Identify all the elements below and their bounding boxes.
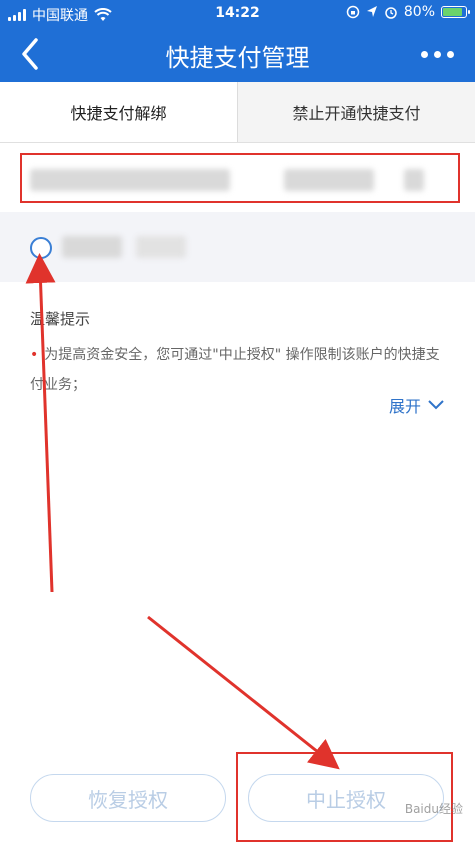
blurred-account-tail <box>136 236 186 258</box>
status-bar: 中国联通 14:22 80% <box>0 0 475 26</box>
expand-toggle[interactable]: 展开 <box>389 393 445 417</box>
more-icon[interactable] <box>417 44 457 64</box>
annotation-highlight-box <box>236 752 453 842</box>
restore-authorization-button[interactable]: 恢复授权 <box>30 774 226 822</box>
arrow-to-stop-button <box>147 615 340 770</box>
tips-text: • 为提高资金安全，您可通过"中止授权" 操作限制该账户的快捷支付业务； <box>30 340 450 400</box>
alarm-icon <box>385 7 397 19</box>
tips-body: 为提高资金安全，您可通过"中止授权" 操作限制该账户的快捷支付业务； <box>30 347 440 393</box>
tab-disable-quick-pay[interactable]: 禁止开通快捷支付 <box>238 82 475 142</box>
blurred-account-extra <box>404 169 424 191</box>
lock-rotation-icon <box>346 5 360 19</box>
location-icon <box>366 6 377 17</box>
battery-icon <box>441 6 470 18</box>
status-right: 80% <box>346 4 470 20</box>
tab-bar: 快捷支付解绑 禁止开通快捷支付 <box>0 82 475 143</box>
chevron-down-icon <box>428 400 444 410</box>
blurred-account-number <box>284 169 374 191</box>
battery-percent: 80% <box>403 4 435 20</box>
page-title: 快捷支付管理 <box>165 44 310 72</box>
watermark-text: Baidu经验 <box>404 802 463 816</box>
account-info-card <box>20 153 460 203</box>
blurred-account-name <box>62 236 122 258</box>
tab-unbind-quick-pay[interactable]: 快捷支付解绑 <box>0 82 238 142</box>
tips-title: 温馨提示 <box>30 310 91 328</box>
blurred-account-text <box>30 169 230 191</box>
expand-label: 展开 <box>388 397 421 416</box>
nav-bar: 快捷支付管理 <box>0 26 475 82</box>
bullet-icon: • <box>30 347 39 363</box>
account-radio-button[interactable] <box>30 237 52 259</box>
account-select-row[interactable] <box>0 212 475 282</box>
